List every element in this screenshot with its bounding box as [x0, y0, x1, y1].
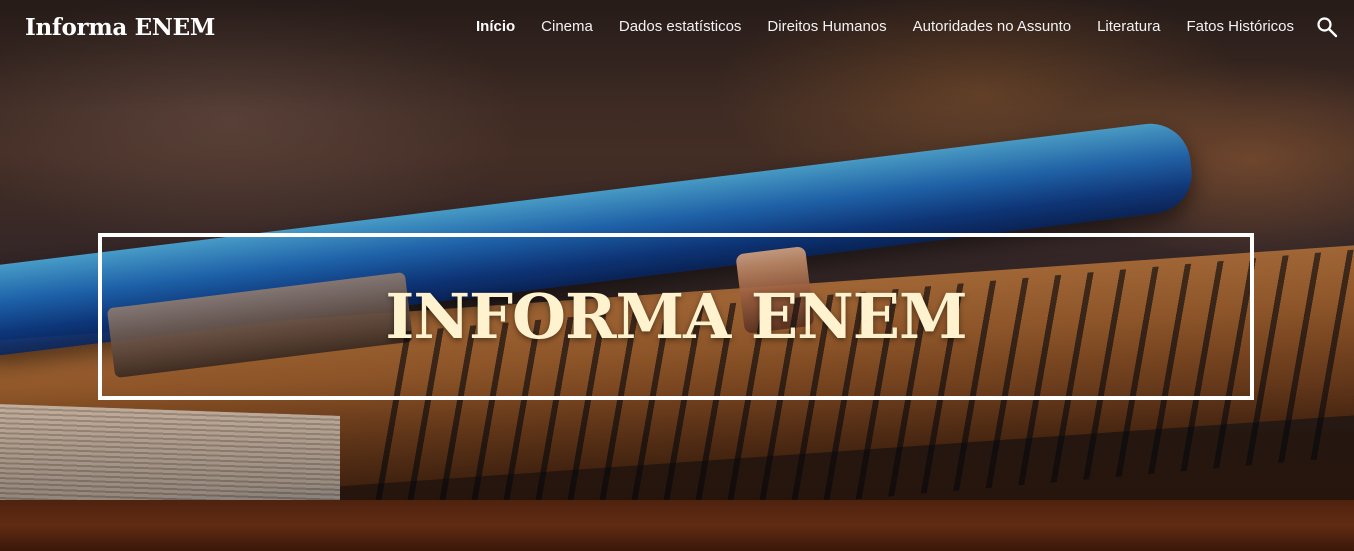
nav-item-direitos-humanos[interactable]: Direitos Humanos: [767, 18, 886, 35]
page: Informa ENEM Início Cinema Dados estatís…: [0, 0, 1354, 551]
nav-item-literatura[interactable]: Literatura: [1097, 18, 1160, 35]
hero-title: INFORMA ENEM: [385, 280, 967, 353]
nav-item-inicio[interactable]: Início: [476, 18, 515, 35]
search-icon[interactable]: [1316, 16, 1338, 38]
nav-item-cinema[interactable]: Cinema: [541, 18, 593, 35]
site-header: Informa ENEM Início Cinema Dados estatís…: [0, 0, 1354, 56]
nav-item-autoridades-no-assunto[interactable]: Autoridades no Assunto: [913, 18, 1071, 35]
main-navigation: Início Cinema Dados estatísticos Direito…: [450, 18, 1294, 35]
nav-item-fatos-historicos[interactable]: Fatos Históricos: [1186, 18, 1294, 35]
nav-item-dados-estatisticos[interactable]: Dados estatísticos: [619, 18, 742, 35]
hero-title-box: INFORMA ENEM: [98, 233, 1254, 400]
site-title-link[interactable]: Informa ENEM: [25, 14, 215, 41]
